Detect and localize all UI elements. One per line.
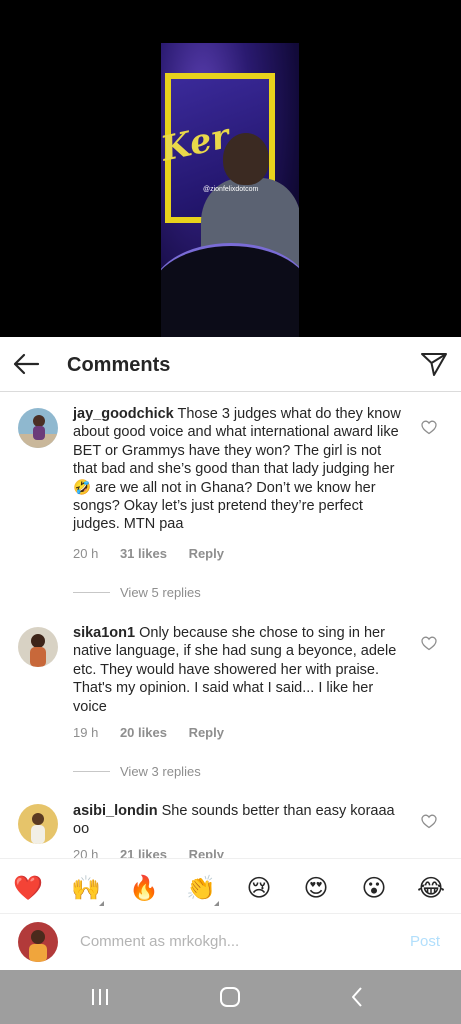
home-icon[interactable] [216,985,244,1009]
raising-hands-emoji-icon[interactable]: 🙌 [70,872,104,906]
comment-meta: 20 h 31 likes Reply [73,546,242,561]
heart-eyes-emoji-icon[interactable]: 😍 [300,872,332,904]
avatar[interactable] [18,627,58,667]
heart-emoji-icon[interactable]: ❤️ [12,872,44,904]
comment-composer: Post [0,914,461,970]
comment-username[interactable]: jay_goodchick [73,406,174,422]
comments-header: Comments [0,337,461,392]
arrow-left-icon[interactable] [12,352,40,376]
heart-icon[interactable] [421,814,437,829]
post-button[interactable]: Post [410,933,440,950]
comment-meta: 19 h 20 likes Reply [73,725,242,740]
comments-panel: Comments jay_goodchick Those 3 judges wh… [0,337,461,970]
nav-back-icon[interactable] [344,985,372,1009]
avatar[interactable] [18,804,58,844]
raising-hands-emoji-glyph: 🙌 [71,874,101,902]
crying-face-emoji-icon[interactable]: 😢 [243,872,275,904]
comment-time: 20 h [73,546,99,561]
comment-content: Those 3 judges what do they know about g… [73,406,401,533]
clapping-hands-emoji-icon[interactable]: 👏 [185,872,219,906]
video-player[interactable]: Ker @zionfelixdotcom [161,43,299,337]
reply-button[interactable]: Reply [189,725,224,740]
video-watermark: @zionfelixdotcom [203,186,259,193]
heart-icon[interactable] [421,636,437,651]
surprised-face-emoji-icon[interactable]: 😮 [358,872,390,904]
comment-input[interactable] [80,933,380,950]
view-replies-label: View 3 replies [120,764,201,779]
reply-button[interactable]: Reply [189,546,224,561]
avatar[interactable] [18,408,58,448]
comment-text: jay_goodchick Those 3 judges what do the… [73,405,408,534]
quick-reactions-bar: ❤️ 🙌 🔥 👏 😢 😍 😮 😂 [0,858,461,914]
clapping-hands-emoji-glyph: 👏 [186,874,216,902]
recents-icon[interactable] [86,985,114,1009]
comment-likes[interactable]: 20 likes [120,725,167,740]
system-navigation-bar [0,970,461,1024]
video-area[interactable]: Ker @zionfelixdotcom [0,0,461,337]
paper-plane-icon[interactable] [420,351,448,377]
heart-icon[interactable] [421,420,437,435]
judge-desk [161,243,299,337]
avatar [18,922,58,962]
comment-time: 19 h [73,725,99,740]
comment-text: sika1on1 Only because she chose to sing … [73,624,408,716]
comment-username[interactable]: sika1on1 [73,625,135,641]
tears-of-joy-emoji-icon[interactable]: 😂 [415,872,447,904]
comment-likes[interactable]: 31 likes [120,546,167,561]
view-replies-button[interactable]: View 5 replies [73,585,201,600]
page-title: Comments [67,354,171,376]
fire-emoji-icon[interactable]: 🔥 [128,872,160,904]
view-replies-button[interactable]: View 3 replies [73,764,201,779]
comment-username[interactable]: asibi_londin [73,803,158,819]
comment-text: asibi_londin She sounds better than easy… [73,802,408,839]
view-replies-label: View 5 replies [120,585,201,600]
